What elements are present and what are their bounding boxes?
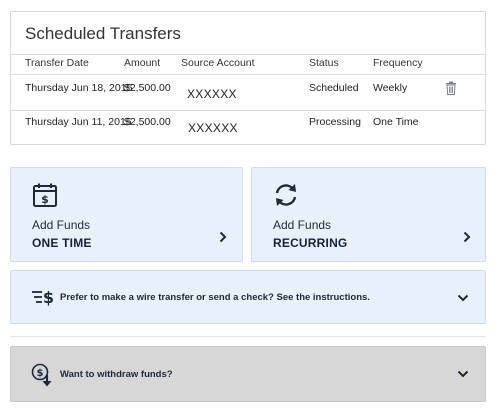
- trash-icon[interactable]: [445, 81, 457, 95]
- row-status: Scheduled: [309, 82, 359, 94]
- chevron-right-icon: [463, 231, 471, 243]
- row-divider: [11, 110, 485, 111]
- add-funds-label: Add Funds: [32, 218, 91, 232]
- chevron-right-icon: [219, 231, 227, 243]
- svg-text:$: $: [41, 193, 49, 206]
- recurring-arrows-icon: [275, 184, 297, 206]
- row-frequency: One Time: [373, 116, 419, 128]
- svg-text:$: $: [43, 288, 54, 306]
- col-frequency: Frequency: [373, 57, 423, 69]
- withdraw-funds-toggle[interactable]: $ Want to withdraw funds?: [10, 346, 486, 402]
- row-status: Processing: [309, 116, 361, 128]
- col-amount: Amount: [124, 57, 161, 69]
- card-title: Scheduled Transfers: [25, 24, 181, 43]
- row-source: XXXXXX: [187, 87, 237, 101]
- wire-transfer-icon: $: [32, 288, 54, 306]
- chevron-down-icon: [457, 370, 469, 378]
- calendar-dollar-icon: $: [33, 183, 57, 207]
- row-date: Thursday Jun 11, 2015: [25, 116, 132, 128]
- row-source: XXXXXX: [188, 121, 238, 135]
- recurring-label: RECURRING: [273, 236, 348, 250]
- withdraw-funds-icon: $: [31, 363, 52, 387]
- col-transfer-date: Transfer Date: [25, 57, 89, 69]
- add-funds-one-time-button[interactable]: $ Add Funds ONE TIME: [10, 167, 243, 262]
- add-funds-recurring-button[interactable]: Add Funds RECURRING: [251, 167, 486, 262]
- wire-transfer-instructions-toggle[interactable]: $ Prefer to make a wire transfer or send…: [10, 270, 486, 324]
- header-bottom-divider: [11, 74, 485, 75]
- row-amount: $2,500.00: [124, 82, 171, 94]
- col-status: Status: [309, 57, 339, 69]
- row-amount: $2,500.00: [124, 116, 171, 128]
- chevron-down-icon: [457, 294, 469, 302]
- add-funds-label: Add Funds: [273, 218, 332, 232]
- one-time-label: ONE TIME: [32, 236, 92, 250]
- scheduled-transfers-card: Scheduled Transfers Transfer Date Amount…: [10, 11, 486, 145]
- header-divider: [11, 54, 485, 55]
- wire-transfer-text: Prefer to make a wire transfer or send a…: [60, 292, 370, 303]
- row-date: Thursday Jun 18, 2015: [25, 82, 133, 94]
- withdraw-funds-text: Want to withdraw funds?: [60, 369, 173, 380]
- col-source-account: Source Account: [181, 57, 255, 69]
- section-divider: [10, 336, 486, 337]
- svg-text:$: $: [37, 368, 44, 379]
- row-frequency: Weekly: [373, 82, 408, 94]
